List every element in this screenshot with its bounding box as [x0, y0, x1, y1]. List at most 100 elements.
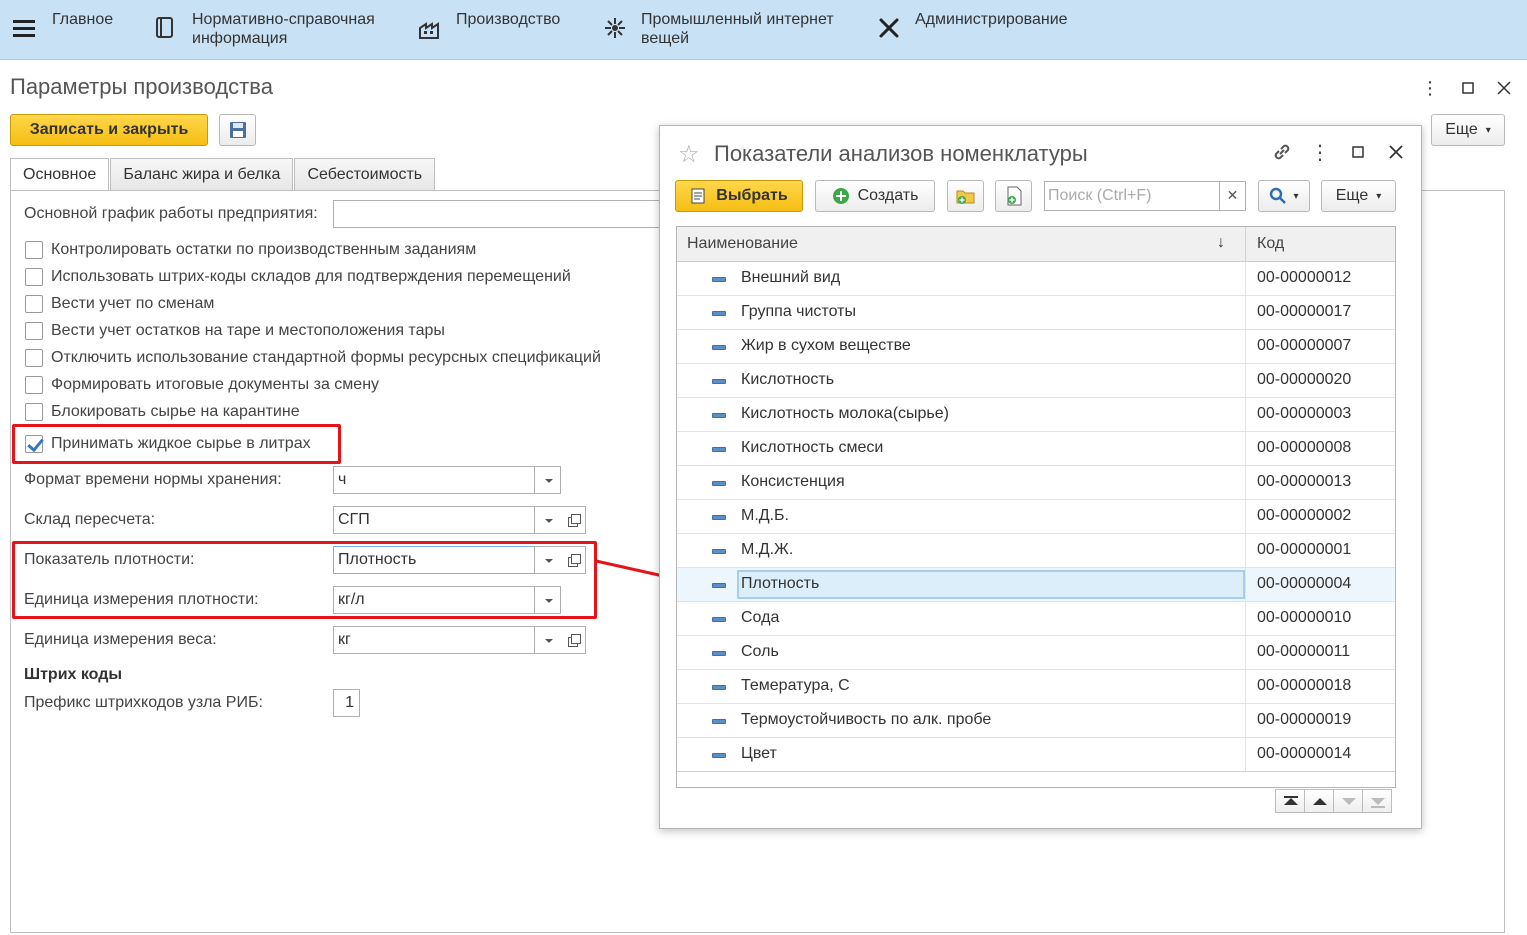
checkbox-label: Формировать итоговые документы за смену — [51, 376, 380, 393]
item-icon — [712, 311, 726, 316]
row-code: 00-00000002 — [1257, 507, 1352, 524]
checkbox-shift-accounting[interactable] — [25, 295, 43, 313]
create-label: Создать — [857, 187, 919, 204]
table-row[interactable]: Плотность 00-00000004 — [677, 568, 1395, 602]
factory-icon — [418, 16, 442, 40]
table-row[interactable]: Кислотность молока(сырье) 00-00000003 — [677, 398, 1395, 432]
field-value: кг — [338, 631, 351, 648]
table-navigation — [1275, 789, 1392, 813]
checkbox-label: Вести учет по сменам — [51, 295, 215, 312]
table-row[interactable]: Кислотность смеси 00-00000008 — [677, 432, 1395, 466]
maximize-icon[interactable] — [1346, 140, 1370, 164]
scroll-top-icon[interactable] — [1275, 789, 1305, 813]
top-menu-item-reference[interactable]: Нормативно-справочная информация — [154, 10, 375, 48]
create-folder-button[interactable] — [947, 180, 984, 212]
row-code: 00-00000001 — [1257, 541, 1352, 558]
table-row[interactable]: Группа чистоты 00-00000017 — [677, 296, 1395, 330]
more-button[interactable]: Еще ▾ — [1431, 114, 1505, 146]
maximize-icon[interactable] — [1458, 78, 1478, 98]
top-menu-item-production[interactable]: Производство — [418, 10, 560, 40]
chevron-down-icon[interactable] — [534, 506, 561, 534]
highlight-liters-box — [12, 424, 341, 464]
checkbox-container-accounting[interactable] — [25, 322, 43, 340]
table-row[interactable]: Консистенция 00-00000013 — [677, 466, 1395, 500]
row-name: Консистенция — [741, 473, 845, 490]
tab-main[interactable]: Основное — [10, 158, 110, 191]
table-row[interactable]: Внешний вид 00-00000012 — [677, 262, 1395, 296]
scroll-up-icon[interactable] — [1304, 789, 1334, 813]
checkbox-shift-documents[interactable] — [25, 376, 43, 394]
highlight-density-box — [12, 541, 597, 619]
table-row[interactable]: М.Д.Ж. 00-00000001 — [677, 534, 1395, 568]
link-icon[interactable] — [1270, 140, 1294, 164]
table-row[interactable]: Жир в сухом веществе 00-00000007 — [677, 330, 1395, 364]
scroll-bottom-icon[interactable] — [1362, 789, 1392, 813]
search-input[interactable]: Поиск (Ctrl+F) ✕ — [1044, 181, 1246, 211]
checkbox-quarantine[interactable] — [25, 403, 43, 421]
save-button[interactable] — [219, 114, 256, 146]
row-name: Кислотность смеси — [741, 439, 884, 456]
column-header-name[interactable]: Наименование — [687, 235, 798, 253]
chevron-down-icon: ▾ — [1485, 124, 1491, 136]
top-menu-item-main[interactable]: Главное — [52, 10, 113, 29]
table-row[interactable]: Темература, С 00-00000018 — [677, 670, 1395, 704]
row-code: 00-00000018 — [1257, 677, 1352, 694]
clear-icon[interactable]: ✕ — [1219, 181, 1245, 211]
network-icon — [603, 16, 627, 40]
tab-cost[interactable]: Себестоимость — [294, 158, 436, 190]
recalc-warehouse-field[interactable]: СГП — [333, 506, 561, 534]
create-button[interactable]: Создать — [815, 180, 935, 212]
item-icon — [712, 277, 726, 282]
copy-button[interactable] — [995, 180, 1032, 212]
weight-unit-label: Единица измерения веса: — [24, 631, 217, 648]
row-code: 00-00000014 — [1257, 745, 1352, 762]
tab-fat-protein-balance[interactable]: Баланс жира и белка — [110, 158, 294, 190]
popup-more-button[interactable]: Еще ▾ — [1321, 180, 1396, 212]
row-name: Группа чистоты — [741, 303, 856, 320]
row-code: 00-00000003 — [1257, 405, 1352, 422]
item-icon — [712, 379, 726, 384]
table-row[interactable]: Термоустойчивость по алк. пробе 00-000000… — [677, 704, 1395, 738]
row-name: Жир в сухом веществе — [741, 337, 911, 354]
table-row[interactable]: Кислотность 00-00000020 — [677, 364, 1395, 398]
search-placeholder: Поиск (Ctrl+F) — [1048, 187, 1152, 204]
schedule-field[interactable] — [333, 200, 673, 228]
item-icon — [712, 719, 726, 724]
item-icon — [712, 583, 726, 588]
close-icon[interactable] — [1494, 78, 1514, 98]
column-header-code[interactable]: Код — [1257, 235, 1284, 253]
field-value: СГП — [338, 511, 370, 528]
weight-unit-field[interactable]: кг — [333, 626, 561, 654]
open-icon[interactable] — [560, 626, 586, 654]
open-icon[interactable] — [560, 506, 586, 534]
chevron-down-icon[interactable] — [534, 626, 561, 654]
more-options-icon[interactable]: ⋮ — [1420, 78, 1440, 98]
checkbox-control-remains[interactable] — [25, 241, 43, 259]
checkbox-disable-standard-form[interactable] — [25, 349, 43, 367]
table-row[interactable]: М.Д.Б. 00-00000002 — [677, 500, 1395, 534]
search-options-button[interactable]: ▾ — [1258, 180, 1310, 212]
top-menu-item-iot[interactable]: Промышленный интернет вещей — [603, 10, 834, 48]
table-row[interactable]: Соль 00-00000011 — [677, 636, 1395, 670]
more-label: Еще — [1335, 187, 1369, 204]
row-name: Кислотность молока(сырье) — [741, 405, 949, 422]
more-options-icon[interactable]: ⋮ — [1308, 140, 1332, 165]
page-title: Параметры производства — [10, 74, 273, 99]
select-button[interactable]: Выбрать — [675, 180, 803, 212]
checkbox-warehouse-barcodes[interactable] — [25, 268, 43, 286]
top-menu-item-admin[interactable]: Администрирование — [877, 10, 1068, 40]
rib-prefix-field[interactable]: 1 — [333, 689, 360, 717]
plus-icon — [832, 187, 850, 205]
scroll-down-icon[interactable] — [1333, 789, 1363, 813]
top-menu-bar: Главное Нормативно-справочная информация… — [0, 0, 1527, 60]
menu-icon[interactable] — [13, 20, 35, 38]
row-name: Цвет — [741, 745, 777, 762]
table-row[interactable]: Цвет 00-00000014 — [677, 738, 1395, 772]
table-row[interactable]: Сода 00-00000010 — [677, 602, 1395, 636]
star-icon[interactable]: ☆ — [678, 140, 700, 169]
storage-time-field[interactable]: ч — [333, 466, 561, 494]
chevron-down-icon[interactable] — [534, 466, 561, 494]
close-icon[interactable] — [1384, 140, 1408, 164]
save-and-close-button[interactable]: Записать и закрыть — [10, 114, 208, 146]
row-name: М.Д.Б. — [741, 507, 789, 524]
